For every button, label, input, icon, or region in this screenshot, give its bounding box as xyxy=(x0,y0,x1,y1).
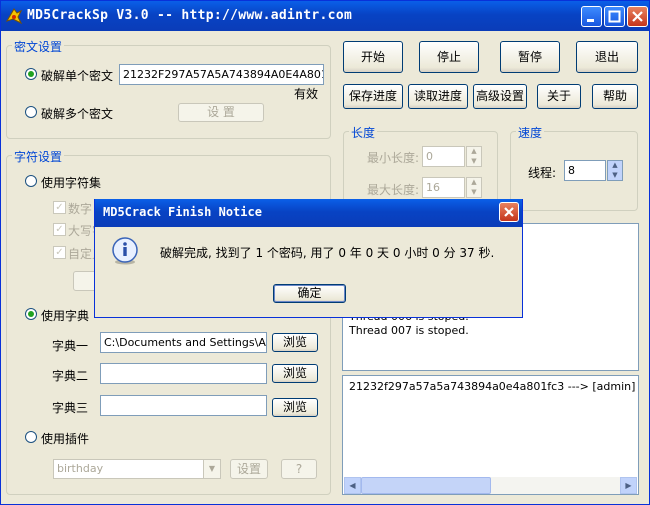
advanced-settings-button[interactable]: 高级设置 xyxy=(473,84,527,109)
use-plugin-label: 使用插件 xyxy=(41,432,90,446)
dialog-message: 破解完成, 找到了 1 个密码, 用了 0 年 0 天 0 小时 0 分 37 … xyxy=(160,246,495,260)
minimize-button[interactable] xyxy=(581,6,602,27)
main-window: MD5CrackSp V3.0 -- http://www.adintr.com… xyxy=(0,0,650,505)
dict1-label: 字典一 xyxy=(52,339,89,353)
dialog-close-button[interactable] xyxy=(499,202,519,222)
use-charset-radio[interactable] xyxy=(25,175,37,187)
dialog-title: MD5Crack Finish Notice xyxy=(103,205,262,219)
scroll-right-icon[interactable]: ▶ xyxy=(620,477,637,494)
close-icon xyxy=(504,207,514,217)
dict3-label: 字典三 xyxy=(52,401,89,415)
help-button[interactable]: 帮助 xyxy=(592,84,638,109)
dict3-input[interactable] xyxy=(100,395,267,416)
title-bar[interactable]: MD5CrackSp V3.0 -- http://www.adintr.com xyxy=(1,1,649,31)
threads-label: 线程: xyxy=(528,166,557,180)
multi-cipher-label: 破解多个密文 xyxy=(41,107,114,121)
dict2-browse-button[interactable]: 浏览 xyxy=(272,364,318,383)
maximize-icon xyxy=(608,10,621,23)
use-plugin-radio[interactable] xyxy=(25,431,37,443)
valid-status: 有效 xyxy=(294,87,319,101)
cipher-set-button[interactable]: 设 置 xyxy=(178,103,264,122)
single-cipher-label: 破解单个密文 xyxy=(41,69,114,83)
about-button[interactable]: 关于 xyxy=(537,84,581,109)
info-icon xyxy=(112,237,138,265)
threads-spinner[interactable]: ▲ ▼ xyxy=(607,160,623,181)
dict3-browse-button[interactable]: 浏览 xyxy=(272,398,318,417)
speed-legend: 速度 xyxy=(516,124,545,141)
app-icon xyxy=(5,8,23,25)
min-length-spinner[interactable]: ▲ ▼ xyxy=(466,146,482,167)
stop-button[interactable]: 停止 xyxy=(419,41,479,73)
use-dict-radio[interactable] xyxy=(25,308,37,320)
min-length-label: 最小长度: xyxy=(367,151,420,165)
dialog-ok-button[interactable]: 确定 xyxy=(273,284,346,303)
results-hscrollbar[interactable]: ◀ ▶ xyxy=(344,477,637,494)
single-cipher-radio[interactable] xyxy=(25,68,37,80)
start-button[interactable]: 开始 xyxy=(343,41,403,73)
multi-cipher-radio[interactable] xyxy=(25,106,37,118)
exit-button[interactable]: 退出 xyxy=(576,41,638,73)
scroll-thumb[interactable] xyxy=(361,477,491,494)
close-button[interactable] xyxy=(627,6,648,27)
custom-checkbox[interactable]: ✓ xyxy=(53,246,66,259)
length-legend: 长度 xyxy=(349,124,378,141)
min-length-input[interactable]: 0 xyxy=(422,146,465,167)
load-progress-button[interactable]: 读取进度 xyxy=(408,84,468,109)
use-charset-label: 使用字符集 xyxy=(41,176,102,190)
plugin-help-button[interactable]: ? xyxy=(281,459,317,479)
digits-checkbox[interactable]: ✓ xyxy=(53,201,66,214)
uppercase-checkbox[interactable]: ✓ xyxy=(53,223,66,236)
result-line: 21232f297a57a5a743894a0e4a801fc3 ---> [a… xyxy=(349,380,636,393)
results-textbox[interactable]: 21232f297a57a5a743894a0e4a801fc3 ---> [a… xyxy=(342,375,639,495)
maximize-button[interactable] xyxy=(604,6,625,27)
chevron-down-icon: ▼ xyxy=(203,460,220,478)
finish-dialog: MD5Crack Finish Notice 破解完成, 找到了 1 个密码, … xyxy=(94,199,523,318)
cipher-legend: 密文设置 xyxy=(12,38,65,55)
dict2-label: 字典二 xyxy=(52,369,89,383)
pause-button[interactable]: 暂停 xyxy=(500,41,560,73)
max-length-input[interactable]: 16 xyxy=(422,177,465,198)
log-line: Thread 007 is stoped. xyxy=(349,324,469,337)
charset-legend: 字符设置 xyxy=(12,148,65,165)
max-length-spinner[interactable]: ▲ ▼ xyxy=(466,177,482,198)
dialog-title-bar[interactable]: MD5Crack Finish Notice xyxy=(95,199,522,227)
window-title: MD5CrackSp V3.0 -- http://www.adintr.com xyxy=(27,8,353,23)
save-progress-button[interactable]: 保存进度 xyxy=(343,84,403,109)
plugin-select[interactable]: birthday ▼ xyxy=(53,459,221,479)
dict2-input[interactable] xyxy=(100,363,267,384)
max-length-label: 最大长度: xyxy=(367,183,420,197)
threads-input[interactable]: 8 xyxy=(564,160,606,181)
cipher-input[interactable]: 21232F297A57A5A743894A0E4A801FC3 xyxy=(119,64,324,85)
plugin-set-button[interactable]: 设置 xyxy=(230,459,268,479)
minimize-icon xyxy=(587,19,594,22)
dict1-input[interactable]: C:\Documents and Settings\Admir xyxy=(100,332,267,353)
close-icon xyxy=(632,11,643,22)
cipher-group xyxy=(6,45,331,139)
scroll-left-icon[interactable]: ◀ xyxy=(344,477,361,494)
digits-label: 数字 xyxy=(68,202,93,216)
plugin-select-value: birthday xyxy=(57,462,104,475)
use-dict-label: 使用字典 xyxy=(41,309,90,323)
dict1-browse-button[interactable]: 浏览 xyxy=(272,333,318,352)
